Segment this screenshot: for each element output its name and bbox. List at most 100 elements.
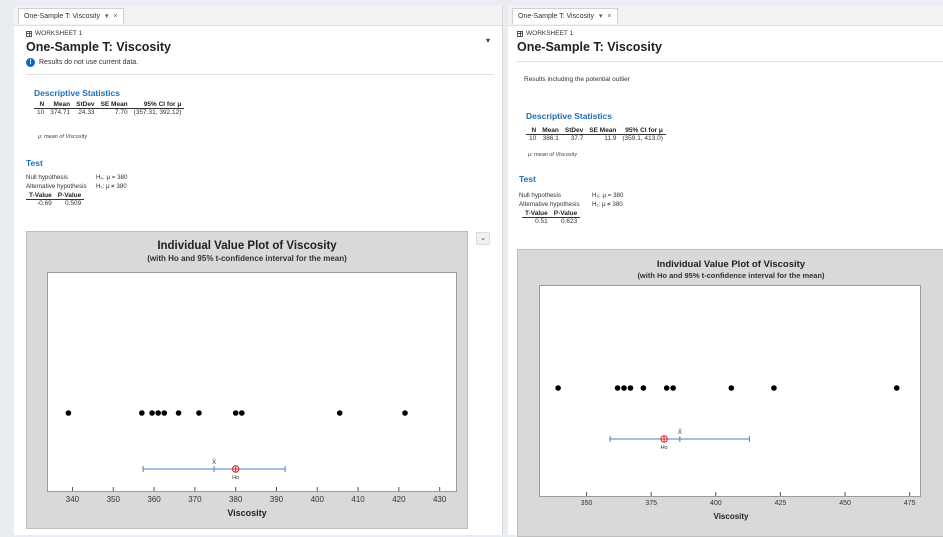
data-point [239, 410, 245, 416]
data-point [771, 385, 777, 391]
notice-text: Results do not use current data. [39, 59, 139, 66]
individual-value-plot: Individual Value Plot of Viscosity (with… [517, 249, 943, 537]
outlier-note: Results including the potential outlier [524, 76, 630, 83]
divider [517, 61, 943, 62]
col-header: P-Value [54, 192, 85, 200]
chevron-down-icon[interactable]: ▾ [105, 13, 109, 20]
test-heading: Test [26, 158, 43, 168]
col-header: SE Mean [97, 101, 131, 109]
x-axis-label: Viscosity [227, 508, 267, 518]
data-point [640, 385, 647, 391]
mean-label: X̄ [678, 429, 682, 436]
table-cell: 10 [37, 109, 45, 116]
output-pane-left: One-Sample T: Viscosity ▾ × WORKSHEET 1 … [14, 6, 503, 535]
plot-area: X̄ Ho [539, 285, 921, 497]
col-header: P-Value [550, 210, 581, 218]
x-tick-label: 420 [392, 495, 406, 504]
test-table: T-Value P-Value 0.51 0.623 [522, 210, 581, 225]
data-point [155, 410, 161, 416]
tab-one-sample-t-right[interactable]: One-Sample T: Viscosity ▾ × [512, 8, 618, 24]
x-tick-label: 475 [903, 500, 916, 507]
mean-footnote: μ: mean of Viscosity [38, 134, 88, 140]
plot-svg: X̄ Ho [555, 385, 911, 496]
descriptive-stats-heading: Descriptive Statistics [34, 88, 120, 98]
data-point [663, 385, 670, 391]
table-cell: 0.51 [535, 218, 548, 225]
table-cell: 0.509 [64, 200, 82, 207]
data-point [161, 410, 168, 416]
col-header: StDev [73, 101, 98, 109]
x-tick-label: 400 [709, 500, 722, 507]
col-header: T-Value [522, 210, 551, 218]
x-tick-label: 370 [188, 495, 202, 504]
data-point [402, 410, 408, 416]
chart-subtitle: (with Ho and 95% t-confidence interval f… [147, 254, 347, 263]
alt-hypothesis-value: H₁: μ ≠ 380 [96, 182, 127, 190]
table-cell: 0.623 [560, 218, 578, 225]
hypotheses: Null hypothesis H₀: μ = 380 Alternative h… [519, 192, 623, 209]
table-row: 10 386.1 37.7 11.9 (359.1, 413.0) [526, 135, 666, 142]
table-row: -0.69 0.509 [26, 200, 84, 207]
output-pane-right: One-Sample T: Viscosity ▾ × WORKSHEET 1 … [508, 6, 943, 537]
worksheet-label: WORKSHEET 1 [26, 30, 82, 37]
table-row: 0.51 0.623 [522, 218, 580, 225]
x-tick-label: 400 [310, 495, 324, 504]
x-tick-label: 375 [645, 500, 657, 507]
chevron-down-icon[interactable]: ▾ [599, 13, 603, 20]
mean-label: X̄ [212, 459, 216, 466]
col-header: 95% CI for μ [619, 127, 666, 135]
h0-label: Ho [661, 445, 668, 451]
data-point [621, 385, 627, 391]
data-point [175, 410, 182, 416]
table-cell: 374.71 [50, 109, 71, 116]
alt-hypothesis-label: Alternative hypothesis [26, 182, 87, 190]
data-point [627, 385, 634, 391]
col-header: T-Value [26, 192, 55, 200]
col-header: N [34, 101, 48, 109]
plot-area: X̄ Ho [47, 272, 457, 492]
table-cell: 37.7 [570, 135, 584, 142]
data-point [555, 385, 561, 391]
col-header: N [526, 127, 540, 135]
col-header: SE Mean [586, 127, 620, 135]
col-header: Mean [47, 101, 74, 109]
page-title: One-Sample T: Viscosity [517, 40, 662, 54]
null-hypothesis-value: H₀: μ = 380 [592, 192, 624, 199]
tab-one-sample-t-left[interactable]: One-Sample T: Viscosity ▾ × [18, 8, 124, 24]
table-row: 10 374.71 24.33 7.70 (357.31, 392.12) [34, 109, 184, 116]
table-cell: -0.69 [36, 200, 52, 207]
close-icon[interactable]: × [113, 13, 117, 20]
plot-svg: X̄ Ho [65, 410, 441, 491]
col-header: 95% CI for μ [130, 101, 185, 109]
x-axis-label: Viscosity [713, 512, 749, 521]
data-point [670, 385, 676, 391]
x-tick-label: 430 [432, 495, 447, 504]
chart-title: Individual Value Plot of Viscosity [656, 259, 806, 270]
test-heading: Test [519, 174, 536, 184]
tab-strip: One-Sample T: Viscosity ▾ × [14, 6, 502, 26]
x-tick-label: 340 [65, 495, 80, 504]
worksheet-label-text: WORKSHEET 1 [526, 30, 574, 37]
table-cell: 24.33 [78, 109, 95, 116]
table-cell: 7.70 [115, 109, 128, 116]
table-cell: 11.9 [604, 135, 617, 142]
chart-title: Individual Value Plot of Viscosity [157, 240, 337, 252]
individual-value-plot: Individual Value Plot of Viscosity (with… [26, 231, 468, 529]
collapse-header-icon[interactable]: ▾ [486, 36, 490, 45]
mean-footnote: μ: mean of Viscosity [528, 152, 578, 158]
col-header: StDev [561, 127, 587, 135]
graph-options-button[interactable]: ⌄ [476, 232, 490, 245]
table-cell: (357.31, 392.12) [133, 109, 182, 116]
descriptive-stats-table: N Mean StDev SE Mean 95% CI for μ 10 374… [34, 101, 185, 116]
descriptive-stats-table: N Mean StDev SE Mean 95% CI for μ 10 386… [526, 127, 666, 142]
table-cell: 10 [529, 135, 537, 142]
descriptive-stats-heading: Descriptive Statistics [526, 111, 612, 121]
x-tick-label: 425 [774, 500, 787, 507]
null-hypothesis-value: H₀: μ = 380 [96, 174, 128, 181]
close-icon[interactable]: × [607, 13, 611, 20]
test-table: T-Value P-Value -0.69 0.509 [26, 192, 85, 207]
table-cell: (359.1, 413.0) [622, 135, 663, 142]
divider [26, 74, 494, 75]
table-cell: 386.1 [542, 135, 559, 142]
worksheet-label: WORKSHEET 1 [517, 30, 573, 37]
